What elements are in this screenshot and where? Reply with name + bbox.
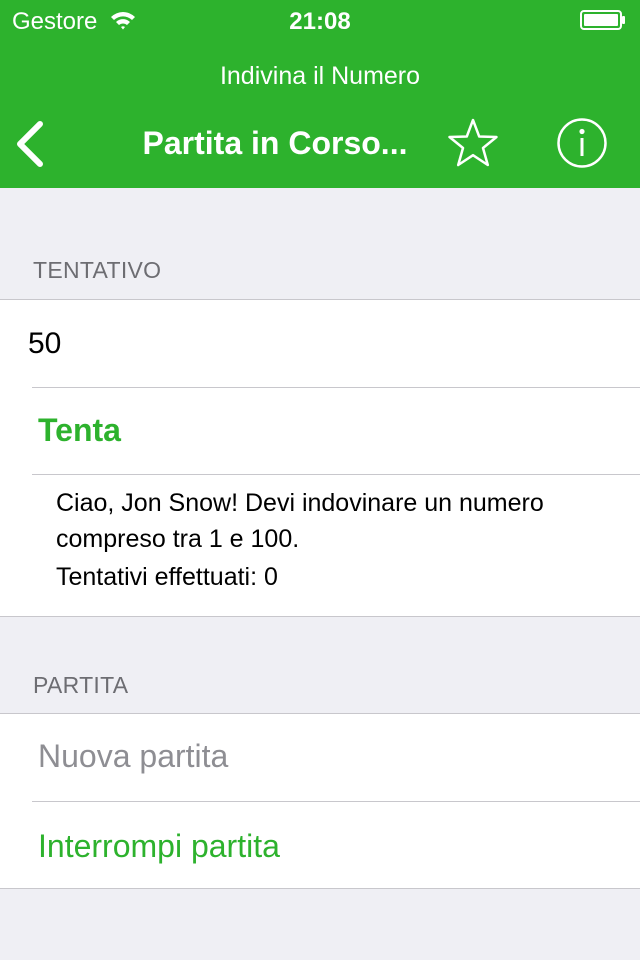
guess-input-row xyxy=(0,300,640,387)
new-game-button[interactable]: Nuova partita xyxy=(38,738,228,775)
status-bar: Gestore 21:08 xyxy=(0,0,640,40)
stop-game-button[interactable]: Interrompi partita xyxy=(38,828,280,865)
guess-submit-button[interactable]: Tenta xyxy=(38,412,121,449)
game-message: Ciao, Jon Snow! Devi indovinare un numer… xyxy=(56,489,544,553)
info-button[interactable] xyxy=(556,117,608,169)
favorite-button[interactable] xyxy=(446,116,500,170)
guess-section-header: TENTATIVO xyxy=(33,257,162,283)
game-section: Nuova partita Interrompi partita xyxy=(0,713,640,889)
guess-input[interactable] xyxy=(28,324,588,364)
info-icon xyxy=(557,118,607,168)
guess-section: Tenta Ciao, Jon Snow! Devi indovinare un… xyxy=(0,299,640,617)
stop-game-row[interactable]: Interrompi partita xyxy=(0,802,640,888)
attempts-counter: Tentativi effettuati: 0 xyxy=(56,563,278,591)
status-time: 21:08 xyxy=(289,8,351,35)
battery-icon xyxy=(580,10,625,30)
message-row: Ciao, Jon Snow! Devi indovinare un numer… xyxy=(0,475,640,616)
game-section-header: PARTITA xyxy=(33,672,129,698)
new-game-row[interactable]: Nuova partita xyxy=(0,714,640,801)
navigation-header: Gestore 21:08 Indivina il Numero Partita… xyxy=(0,0,640,188)
submit-row[interactable]: Tenta xyxy=(0,388,640,474)
app-title: Indivina il Numero xyxy=(219,62,421,90)
star-icon xyxy=(448,118,498,167)
